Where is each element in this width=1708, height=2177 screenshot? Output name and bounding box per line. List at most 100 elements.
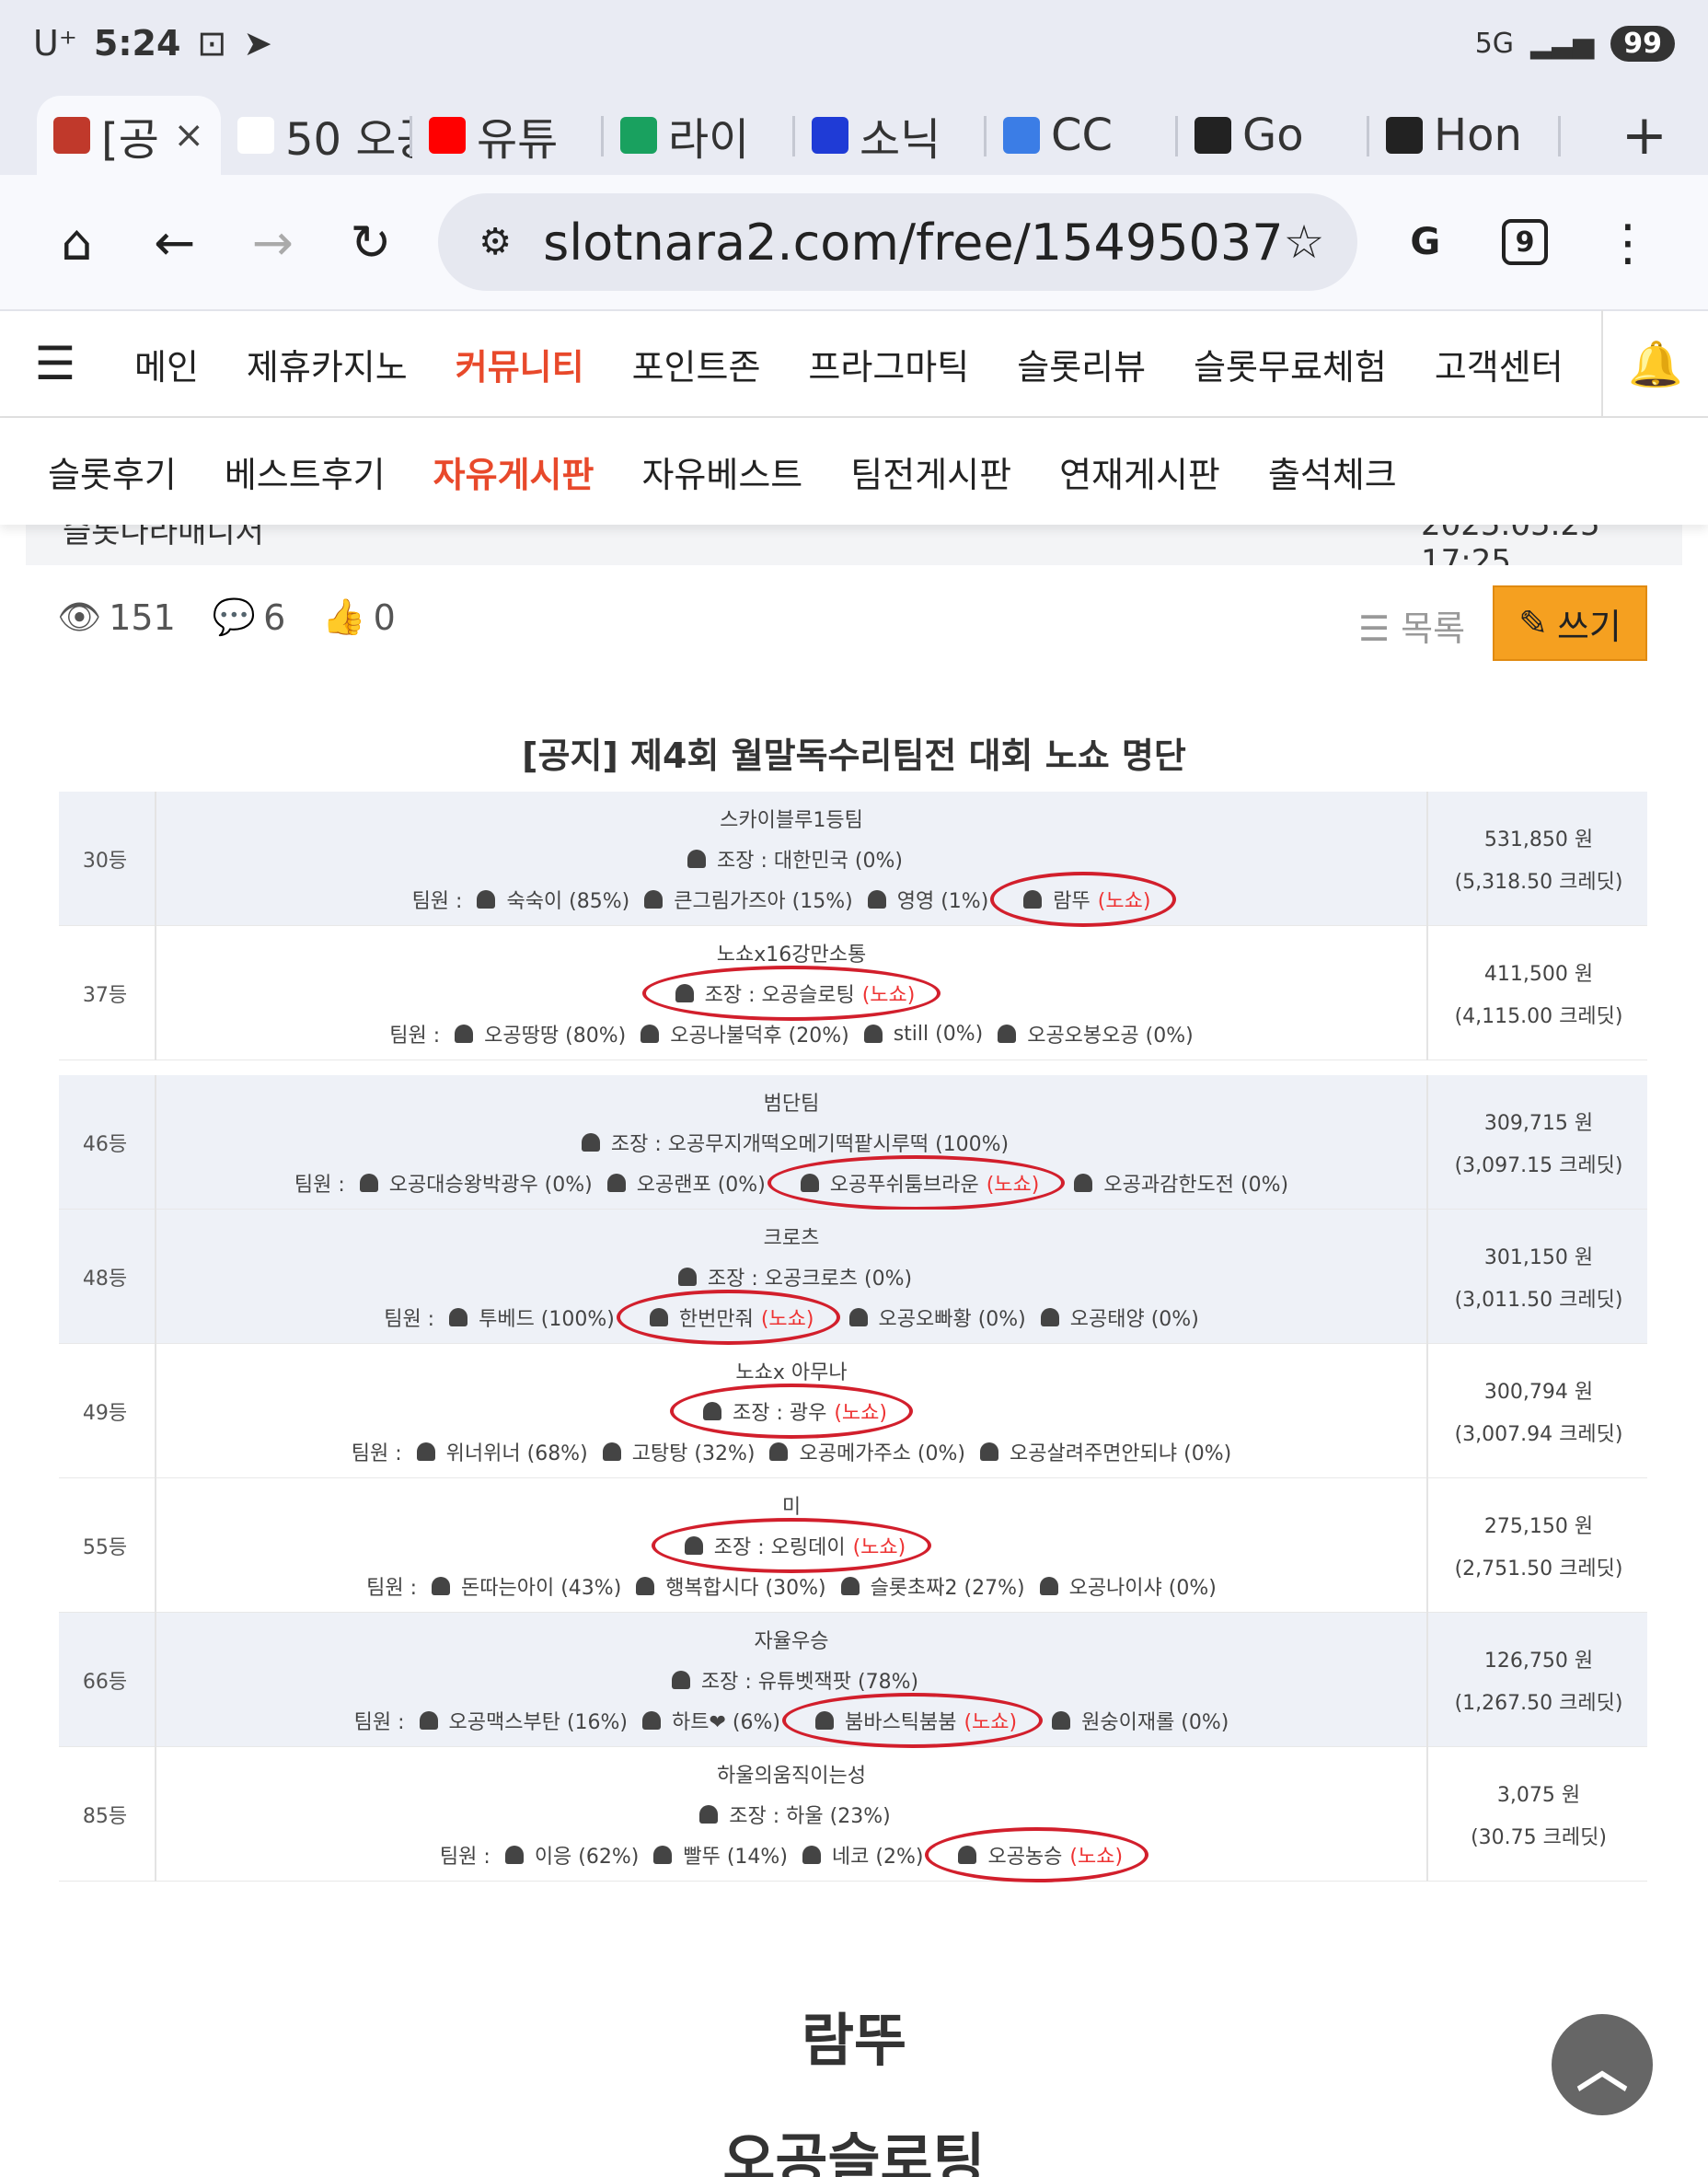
team-name: 노쇼x16강만소통 — [716, 944, 867, 967]
rank-row: 55등 미 조장 : 오링데이 (노쇼) 팀원 : 돈따는아이 (43%) 행복합시다 (3… — [59, 1478, 1647, 1613]
members-prefix: 팀원 : — [294, 1174, 345, 1197]
user-icon — [1040, 1308, 1059, 1326]
post-title: [공지] 제4회 월말독수리팀전 대회 노쇼 명단 — [522, 735, 1186, 776]
rank-row: 66등 자율우승 조장 : 유튜벳잭팟 (78%) 팀원 : 오공맥스부탄 (16%) 하… — [59, 1613, 1647, 1748]
nav-item[interactable]: 프라그마틱 — [808, 339, 969, 389]
subnav-item[interactable]: 출석체크 — [1268, 446, 1397, 497]
bookmark-star-icon[interactable]: ☆ — [1284, 215, 1325, 269]
cc-icon — [1003, 117, 1040, 154]
site-settings-icon[interactable]: ⚙ — [479, 221, 512, 263]
user-icon — [671, 1671, 690, 1689]
browser-tab[interactable]: Go — [1178, 96, 1369, 175]
hamburger-icon[interactable]: ☰ — [0, 337, 110, 390]
team-cell: 하울의움직이는성 조장 : 하울 (23%) 팀원 : 이응 (62%) 빨뚜 (14%… — [155, 1747, 1428, 1882]
nav-item[interactable]: 슬롯리뷰 — [1017, 339, 1146, 389]
thumbs-up-icon[interactable]: 👍 — [322, 596, 365, 638]
tab-switcher-button[interactable]: 9 — [1502, 212, 1549, 272]
user-icon — [449, 1308, 468, 1326]
subnav-item[interactable]: 연재게시판 — [1059, 446, 1220, 497]
nav-item[interactable]: 슬롯무료체험 — [1194, 339, 1387, 389]
member-text: 하트❤ (6%) — [672, 1711, 780, 1734]
member-entry: 하트❤ (6%) — [635, 1706, 780, 1735]
rank-label: 37등 — [82, 984, 128, 1007]
scroll-top-button[interactable]: ︿ — [1552, 2014, 1653, 2115]
browser-tab[interactable]: 유튜 — [412, 96, 604, 175]
member-text: 오공랜포 (0%) — [636, 1174, 766, 1197]
member-text: 오공메가주소 (0%) — [799, 1442, 965, 1465]
nav-item[interactable]: 메인 — [134, 339, 199, 389]
subnav-item[interactable]: 베스트후기 — [225, 446, 386, 497]
user-icon — [769, 1442, 789, 1461]
team-name: 노쇼x 아무나 — [735, 1361, 848, 1384]
members-line: 팀원 : 투베드 (100%) 한번만줘 (노쇼) 오공오빠황 (0%) 오공태양 (0%… — [384, 1290, 1199, 1345]
nav-item[interactable]: 포인트존 — [632, 339, 761, 389]
browser-tab[interactable]: Hon — [1369, 96, 1561, 175]
reload-icon[interactable]: ↻ — [350, 212, 393, 272]
user-icon — [432, 1577, 451, 1595]
subnav-item[interactable]: 슬롯후기 — [48, 446, 177, 497]
user-icon — [581, 1133, 600, 1152]
subnav-item[interactable]: 팀전게시판 — [850, 446, 1011, 497]
prize-cell: 411,500 원 (4,115.00 크레딧) — [1430, 926, 1647, 1060]
nav-item[interactable]: 커뮤니티 — [456, 339, 584, 389]
noshow-tag: (노쇼) — [834, 1402, 887, 1425]
subnav-item[interactable]: 자유베스트 — [641, 446, 802, 497]
user-icon — [815, 1711, 834, 1730]
browser-tab[interactable]: CC — [987, 96, 1178, 175]
member-text: 돈따는아이 (43%) — [461, 1577, 622, 1600]
rank-row: 49등 노쇼x 아무나 조장 : 광우 (노쇼) 팀원 : 위너위너 (68%) 고탕탕 (… — [59, 1344, 1647, 1478]
line-icon — [620, 117, 657, 154]
translate-icon[interactable]: G — [1403, 212, 1447, 272]
member-text: 오공태양 (0%) — [1069, 1308, 1199, 1331]
rank-row: 48등 크로츠 조장 : 오공크로츠 (0%) 팀원 : 투베드 (100%) 한번만줘 (… — [59, 1210, 1647, 1345]
members-prefix: 팀원 : — [366, 1577, 418, 1600]
user-icon — [1074, 1174, 1093, 1192]
forward-icon[interactable]: → — [251, 212, 294, 272]
author-name[interactable]: 슬롯나라매니저 — [63, 525, 264, 551]
browser-tab[interactable]: 소닉 — [795, 96, 987, 175]
leader-line: 조장 : 광우 (노쇼) — [669, 1384, 913, 1439]
member-text: 네코 (2%) — [831, 1846, 924, 1869]
nav-item[interactable]: 제휴카지노 — [247, 339, 408, 389]
team-name: 스카이블루1등팀 — [720, 809, 863, 832]
member-entry: 람뚜 (노쇼) — [990, 872, 1177, 927]
prize-credit: (1,267.50 크레딧) — [1454, 1692, 1623, 1715]
members-prefix: 팀원 : — [353, 1711, 405, 1734]
close-tab-icon[interactable]: × — [173, 114, 204, 156]
browser-tab[interactable]: 50 오공 — [221, 96, 412, 175]
team-cell: 크로츠 조장 : 오공크로츠 (0%) 팀원 : 투베드 (100%) 한번만줘 (노쇼)… — [155, 1210, 1428, 1345]
member-entry: 오공오빠황 (0%) — [842, 1303, 1026, 1332]
team-cell: 자율우승 조장 : 유튜벳잭팟 (78%) 팀원 : 오공맥스부탄 (16%) 하트❤ … — [155, 1613, 1428, 1748]
url-text[interactable]: slotnara2.com/free/15495037 — [543, 214, 1284, 272]
menu-dots-icon[interactable]: ⋮ — [1603, 212, 1653, 272]
browser-tab[interactable]: 라이 — [604, 96, 795, 175]
user-icon — [840, 1577, 860, 1595]
member-text: 큰그림가즈아 (15%) — [674, 890, 853, 913]
member-entry: 오공맥스부탄 (16%) — [412, 1706, 628, 1735]
write-button[interactable]: ✎ 쓰기 — [1493, 585, 1647, 661]
prize-credit: (5,318.50 크레딧) — [1454, 871, 1623, 894]
member-text: 오공나불덕후 (20%) — [670, 1025, 849, 1048]
home-icon[interactable]: ⌂ — [55, 212, 98, 272]
address-bar[interactable]: ⚙ slotnara2.com/free/15495037 ☆ — [438, 193, 1358, 291]
browser-tab[interactable]: [공 × — [37, 96, 221, 175]
nav-item[interactable]: 고객센터 — [1435, 339, 1564, 389]
members-prefix: 팀원 : — [411, 890, 463, 913]
bell-icon[interactable]: 🔔 — [1601, 310, 1708, 417]
user-icon — [702, 1402, 721, 1420]
s-icon — [812, 117, 848, 154]
prize-credit: (3,011.50 크레딧) — [1454, 1289, 1623, 1312]
new-tab-icon[interactable]: + — [1621, 96, 1668, 175]
rank-row: 85등 하울의움직이는성 조장 : 하울 (23%) 팀원 : 이응 (62%) 빨뚜 (… — [59, 1747, 1647, 1882]
subnav-item[interactable]: 자유게시판 — [433, 446, 594, 497]
user-icon — [800, 1174, 819, 1192]
member-entry: 투베드 (100%) — [442, 1303, 615, 1332]
list-button[interactable]: ☰ 목록 — [1358, 600, 1465, 651]
post-date: 2025.05.25 17:25 — [1421, 525, 1600, 565]
member-entry: 이응 (62%) — [498, 1840, 639, 1870]
back-icon[interactable]: ← — [154, 212, 197, 272]
prize-amount: 309,715 원 — [1483, 1112, 1594, 1135]
go-icon — [1194, 117, 1231, 154]
fifty-icon — [237, 117, 274, 154]
leader-entry: 조장 : 오링데이 (노쇼) — [651, 1518, 932, 1573]
